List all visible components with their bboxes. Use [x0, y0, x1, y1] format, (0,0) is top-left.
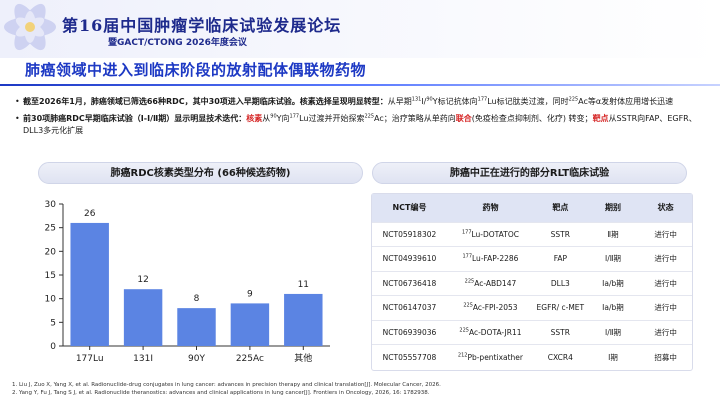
bar [230, 303, 270, 346]
data-label: 9 [247, 289, 253, 299]
bullet-2: 前30项肺癌RDC早期临床试验（Ⅰ-Ⅰ/Ⅱ期）显示明显技术迭代：核素从90Y向1… [15, 113, 710, 138]
trials-table-grid: NCT编号 药物 靶点 期别 状态 NCT05918302 177Lu-DOTA… [372, 194, 692, 369]
cell-drug: 212Pb-pentixather [446, 344, 534, 369]
data-label: 8 [194, 294, 200, 304]
summary-bullets: 截至2026年1月，肺癌领域已筛选66种RDC，其中30项进入早期临床试验。核素… [15, 96, 710, 142]
cell-status: 进行中 [639, 221, 692, 247]
y-tick-label: 20 [45, 247, 57, 257]
table-header-row: NCT编号 药物 靶点 期别 状态 [372, 194, 692, 222]
table-row: NCT06939036 225Ac-DOTA-JR11 SSTR Ⅰ/Ⅱ期 进行… [372, 319, 692, 345]
y-tick-label: 0 [50, 342, 56, 352]
y-tick-label: 30 [45, 200, 57, 210]
table-section-title: 肺癌中正在进行的部分RLT临床试验 [372, 162, 687, 184]
cell-phase: Ⅰ期 [586, 344, 640, 369]
conference-banner: 第16届中国肿瘤学临床试验发展论坛 暨GACT/CTONG 2026年度会议 [0, 0, 720, 58]
reference-2: 2. Yang Y, Fu J, Tang S J, et al. Radion… [12, 390, 430, 396]
cell-nct: NCT05557708 [372, 344, 447, 369]
trials-table: NCT编号 药物 靶点 期别 状态 NCT05918302 177Lu-DOTA… [371, 193, 693, 371]
table-row: NCT05557708 212Pb-pentixather CXCR4 Ⅰ期 招… [372, 344, 692, 369]
x-tick-label: 其他 [294, 352, 312, 364]
reference-1: 1. Liu J, Zuo X, Yang X, et al. Radionuc… [12, 382, 441, 388]
cell-target: SSTR [534, 221, 587, 247]
references: 1. Liu J, Zuo X, Yang X, et al. Radionuc… [12, 381, 441, 397]
data-label: 11 [298, 280, 309, 290]
conference-subtitle: 暨GACT/CTONG 2026年度会议 [108, 38, 247, 48]
col-header-phase: 期别 [586, 194, 640, 222]
cell-status: 进行中 [639, 319, 692, 345]
cell-phase: Ⅰa/b期 [586, 270, 640, 296]
col-header-drug: 药物 [446, 194, 534, 222]
cell-phase: Ⅰ/Ⅱ期 [586, 319, 640, 345]
cell-status: 进行中 [639, 246, 692, 271]
page-title: 肺癌领域中进入到临床阶段的放射配体偶联物药物 [25, 61, 367, 79]
cell-target: DLL3 [534, 270, 587, 296]
y-tick-label: 15 [45, 271, 56, 281]
conference-title: 第16届中国肿瘤学临床试验发展论坛 [62, 16, 342, 35]
cell-target: CXCR4 [534, 344, 587, 369]
cell-phase: Ⅱ期 [586, 221, 640, 247]
bullet-1: 截至2026年1月，肺癌领域已筛选66种RDC，其中30项进入早期临床试验。核素… [15, 96, 710, 109]
cell-nct: NCT06939036 [372, 319, 447, 345]
table-row: NCT04939610 177Lu-FAP-2286 FAP Ⅰ/Ⅱ期 进行中 [372, 246, 692, 271]
cell-drug: 177Lu-FAP-2286 [446, 246, 534, 271]
table-row: NCT06147037 225Ac-FPI-2053 EGFR/ c-MET Ⅰ… [372, 295, 692, 320]
x-tick-label: 131I [133, 354, 153, 364]
title-divider [0, 84, 720, 86]
cell-status: 进行中 [639, 295, 692, 320]
cell-status: 招募中 [639, 344, 692, 369]
cell-phase: Ⅰa/b期 [586, 295, 640, 320]
cell-nct: NCT04939610 [372, 246, 447, 271]
cell-target: EGFR/ c-MET [534, 295, 587, 320]
cell-status: 进行中 [639, 270, 692, 296]
cell-drug: 225Ac-FPI-2053 [446, 295, 534, 320]
y-tick-label: 10 [45, 295, 57, 305]
table-row: NCT05918302 177Lu-DOTATOC SSTR Ⅱ期 进行中 [372, 221, 692, 247]
chart-section-title: 肺癌RDC核素类型分布 (66种候选药物) [38, 162, 363, 184]
cell-nct: NCT06736418 [372, 270, 447, 296]
col-header-target: 靶点 [534, 194, 587, 222]
y-tick-label: 5 [50, 318, 56, 328]
col-header-nct: NCT编号 [372, 194, 447, 222]
nuclide-bar-chart: 0 5 10 15 20 25 30 26 177Lu 12 131I 8 90Y 9 225Ac 11 其他 [25, 188, 370, 370]
cell-target: FAP [534, 246, 587, 271]
bar [70, 222, 109, 346]
cell-target: SSTR [534, 319, 587, 345]
table-row: NCT06736418 225Ac-ABD147 DLL3 Ⅰa/b期 进行中 [372, 270, 692, 296]
data-label: 26 [84, 209, 96, 219]
cell-drug: 225Ac-ABD147 [446, 270, 534, 296]
bar-chart-svg: 0 5 10 15 20 25 30 26 177Lu 12 131I 8 90Y 9 225Ac 11 其他 [45, 200, 330, 364]
cell-nct: NCT06147037 [372, 295, 447, 320]
col-header-status: 状态 [639, 194, 692, 222]
cell-nct: NCT05918302 [372, 221, 447, 247]
cell-drug: 225Ac-DOTA-JR11 [446, 319, 534, 345]
cell-phase: Ⅰ/Ⅱ期 [586, 246, 640, 271]
bar [284, 293, 323, 346]
cell-drug: 177Lu-DOTATOC [446, 221, 534, 247]
y-tick-label: 25 [45, 224, 56, 234]
data-label: 12 [137, 275, 148, 285]
x-tick-label: 225Ac [236, 354, 264, 364]
bar [177, 308, 216, 346]
x-tick-label: 177Lu [76, 354, 104, 364]
bar [123, 289, 163, 346]
x-tick-label: 90Y [188, 354, 205, 364]
